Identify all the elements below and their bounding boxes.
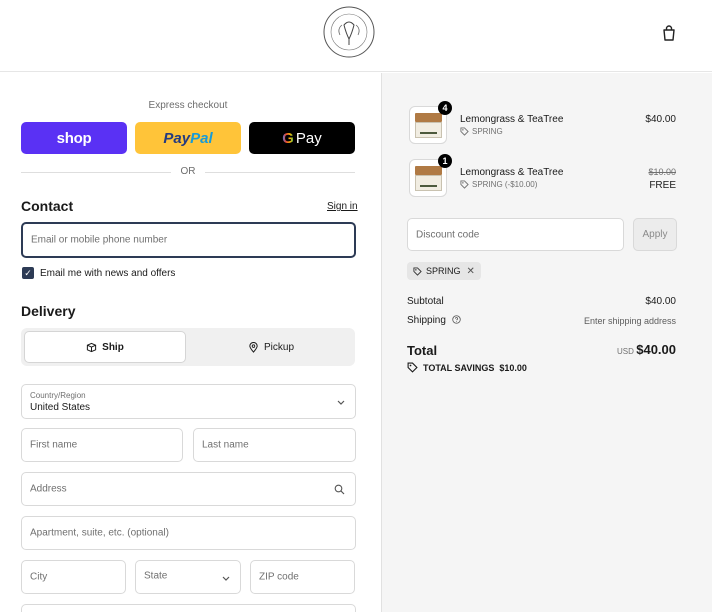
- sign-in-link[interactable]: Sign in: [327, 201, 358, 212]
- google-g-icon: G: [282, 129, 294, 147]
- discount-placeholder: Discount code: [416, 229, 480, 240]
- product-thumbnail: 1: [409, 154, 452, 197]
- address-field[interactable]: Address: [21, 472, 356, 506]
- express-checkout-label: Express checkout: [148, 100, 228, 111]
- google-pay-button[interactable]: G Pay: [249, 122, 355, 154]
- contact-title: Contact: [21, 198, 74, 214]
- soap-image: [415, 113, 442, 122]
- savings-label: TOTAL SAVINGS: [423, 362, 495, 373]
- country-value: United States: [30, 402, 91, 413]
- savings-value: $10.00: [499, 362, 527, 373]
- remove-discount-icon[interactable]: ✕: [467, 266, 475, 277]
- address-placeholder: Address: [30, 483, 67, 495]
- soap-label-image: [415, 175, 442, 191]
- phone-field[interactable]: [21, 604, 356, 612]
- shipping-row: Shipping: [407, 315, 461, 326]
- first-name-placeholder: First name: [30, 439, 78, 451]
- pickup-option[interactable]: Pickup: [190, 331, 352, 363]
- tag-icon: [413, 266, 422, 276]
- delivery-method-toggle: Ship Pickup: [21, 328, 355, 366]
- item-discount-label: SPRING (-$10.00): [472, 180, 538, 189]
- state-select[interactable]: State: [135, 560, 241, 594]
- email-field[interactable]: Email or mobile phone number: [21, 222, 356, 258]
- location-pin-icon: [249, 341, 258, 353]
- item-price: FREE: [649, 180, 676, 191]
- paypal-button[interactable]: Pay Pal: [135, 122, 241, 154]
- checkout-header: [0, 0, 712, 72]
- item-discount-label: SPRING: [472, 127, 503, 136]
- apartment-field[interactable]: Apartment, suite, etc. (optional): [21, 516, 356, 550]
- soap-image: [415, 166, 442, 175]
- applied-discount-chip: SPRING ✕: [407, 262, 481, 280]
- shop-pay-button[interactable]: shop: [21, 122, 127, 154]
- city-field[interactable]: City: [21, 560, 126, 594]
- product-thumbnail: 4: [409, 101, 452, 144]
- brand-logo[interactable]: [322, 5, 376, 59]
- shipping-value: Enter shipping address: [583, 316, 676, 326]
- pickup-label: Pickup: [263, 341, 294, 353]
- total-value: $40.00: [636, 342, 676, 357]
- last-name-placeholder: Last name: [202, 439, 249, 451]
- currency-code: USD: [617, 347, 634, 356]
- shop-pay-label: shop: [56, 129, 92, 147]
- tag-icon: [460, 127, 469, 136]
- tag-icon: [407, 362, 418, 373]
- subtotal-label: Subtotal: [407, 296, 444, 307]
- country-select[interactable]: Country/Region United States: [21, 384, 356, 419]
- item-discount-tag: SPRING: [460, 127, 503, 136]
- paypal-label-pal: Pal: [190, 129, 213, 147]
- search-icon: [334, 484, 345, 495]
- item-name: Lemongrass & TeaTree: [460, 167, 564, 178]
- last-name-field[interactable]: Last name: [193, 428, 356, 462]
- total-savings: TOTAL SAVINGS $10.00: [407, 362, 527, 373]
- item-name: Lemongrass & TeaTree: [460, 114, 564, 125]
- item-price: $40.00: [645, 114, 676, 125]
- apartment-placeholder: Apartment, suite, etc. (optional): [30, 527, 169, 539]
- city-placeholder: City: [30, 571, 48, 583]
- delivery-title: Delivery: [21, 303, 76, 319]
- item-discount-tag: SPRING (-$10.00): [460, 180, 537, 189]
- soap-label-image: [415, 122, 442, 138]
- first-name-field[interactable]: First name: [21, 428, 183, 462]
- or-divider: OR: [21, 165, 355, 179]
- bag-icon[interactable]: [660, 24, 678, 42]
- quantity-badge: 4: [438, 101, 452, 115]
- ship-label: Ship: [102, 341, 124, 353]
- discount-code-input[interactable]: Discount code: [407, 218, 624, 251]
- shipping-label: Shipping: [407, 315, 446, 326]
- or-label: OR: [180, 166, 196, 177]
- newsletter-checkbox[interactable]: ✓: [22, 267, 34, 279]
- chevron-down-icon: [337, 400, 345, 405]
- checkout-form: Express checkout shop Pay Pal G Pay OR Con…: [0, 73, 381, 612]
- zip-field[interactable]: ZIP code: [250, 560, 355, 594]
- applied-discount-code: SPRING: [426, 266, 461, 276]
- chevron-down-icon: [222, 576, 230, 581]
- help-icon[interactable]: [452, 315, 461, 324]
- box-icon: [87, 342, 97, 352]
- state-placeholder: State: [144, 570, 168, 582]
- paypal-label-pay: Pay: [163, 129, 191, 147]
- tag-icon: [460, 180, 469, 189]
- total-label: Total: [407, 343, 438, 358]
- country-field-label: Country/Region: [30, 391, 86, 400]
- ship-option[interactable]: Ship: [24, 331, 186, 363]
- item-original-price: $10.00: [648, 167, 676, 177]
- subtotal-value: $40.00: [645, 296, 676, 307]
- zip-placeholder: ZIP code: [259, 571, 299, 583]
- google-pay-label: Pay: [295, 129, 322, 147]
- newsletter-label: Email me with news and offers: [40, 268, 176, 279]
- email-placeholder: Email or mobile phone number: [31, 234, 168, 246]
- quantity-badge: 1: [438, 154, 452, 168]
- apply-button[interactable]: Apply: [633, 218, 677, 251]
